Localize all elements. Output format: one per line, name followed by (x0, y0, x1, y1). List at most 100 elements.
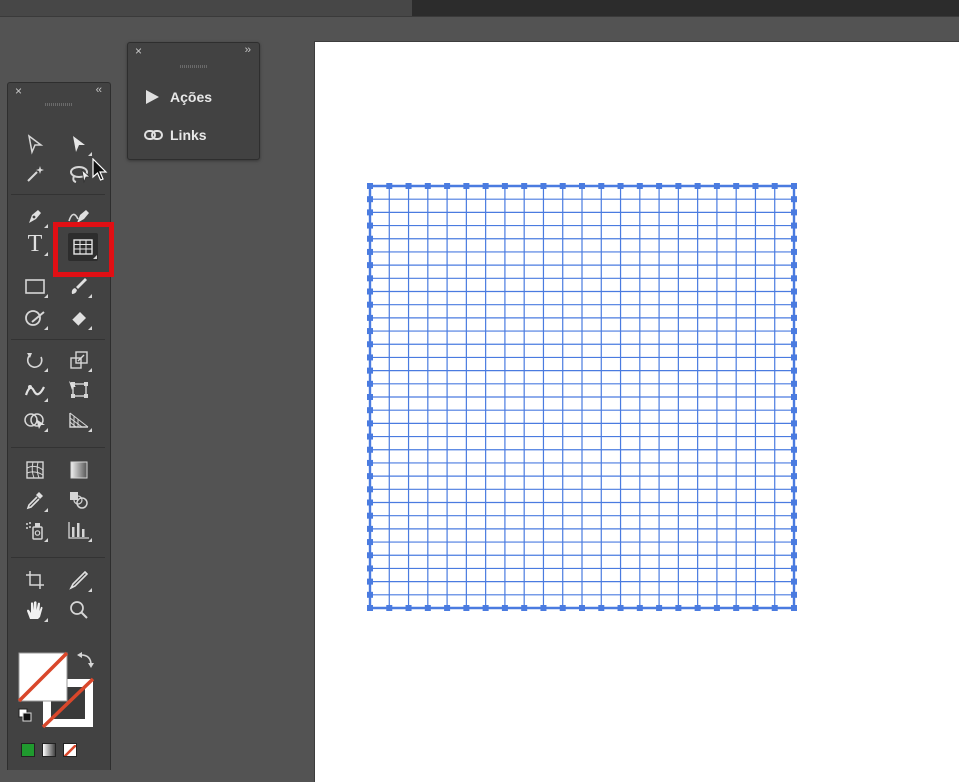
grid-anchor-point[interactable] (694, 605, 701, 611)
grid-anchor-point[interactable] (733, 605, 740, 611)
grid-anchor-point[interactable] (367, 446, 373, 453)
panel-collapse-button[interactable]: ›› (245, 43, 251, 57)
rectangle-tool[interactable] (22, 273, 48, 299)
grid-anchor-point[interactable] (791, 341, 797, 348)
grid-anchor-point[interactable] (367, 183, 373, 189)
direct-selection-tool[interactable] (66, 131, 92, 157)
grid-anchor-point[interactable] (367, 380, 373, 387)
grid-anchor-point[interactable] (656, 605, 663, 611)
grid-anchor-point[interactable] (771, 605, 778, 611)
grid-anchor-point[interactable] (791, 183, 797, 189)
grid-anchor-point[interactable] (791, 354, 797, 361)
pen-tool[interactable] (22, 203, 48, 229)
grid-anchor-point[interactable] (579, 183, 585, 189)
mesh-tool[interactable] (22, 457, 48, 483)
grid-anchor-point[interactable] (367, 248, 373, 255)
type-tool[interactable]: T (22, 231, 48, 257)
grid-anchor-point[interactable] (636, 183, 643, 189)
grid-anchor-point[interactable] (463, 605, 470, 611)
grid-anchor-point[interactable] (791, 380, 797, 387)
grid-anchor-point[interactable] (791, 605, 797, 611)
grid-anchor-point[interactable] (791, 446, 797, 453)
selection-tool[interactable] (22, 131, 48, 157)
grid-anchor-point[interactable] (791, 394, 797, 400)
grid-anchor-point[interactable] (367, 565, 373, 572)
grid-anchor-point[interactable] (579, 605, 585, 611)
grid-anchor-point[interactable] (367, 552, 373, 559)
grid-anchor-point[interactable] (367, 433, 373, 440)
grid-anchor-point[interactable] (367, 459, 373, 466)
grid-anchor-point[interactable] (463, 183, 470, 189)
grid-anchor-point[interactable] (713, 605, 720, 611)
grid-anchor-point[interactable] (367, 275, 373, 282)
grid-anchor-point[interactable] (791, 314, 797, 321)
grid-anchor-point[interactable] (791, 512, 797, 519)
grid-anchor-point[interactable] (367, 473, 373, 480)
hand-tool[interactable] (22, 597, 48, 623)
grid-anchor-point[interactable] (367, 578, 373, 585)
grid-anchor-point[interactable] (791, 459, 797, 466)
default-fill-stroke-icon[interactable] (18, 708, 32, 722)
slice-tool[interactable] (66, 567, 92, 593)
grid-anchor-point[interactable] (386, 183, 393, 189)
gradient-tool[interactable] (66, 457, 92, 483)
grid-anchor-point[interactable] (521, 183, 528, 189)
grid-anchor-point[interactable] (791, 578, 797, 585)
color-mode-button[interactable] (21, 743, 35, 757)
grid-anchor-point[interactable] (617, 605, 624, 611)
grid-anchor-point[interactable] (367, 341, 373, 348)
grid-anchor-point[interactable] (791, 565, 797, 572)
grid-anchor-point[interactable] (367, 499, 373, 506)
grid-anchor-point[interactable] (752, 605, 759, 611)
grid-anchor-point[interactable] (559, 605, 566, 611)
grid-anchor-point[interactable] (367, 314, 373, 321)
grid-anchor-point[interactable] (501, 183, 508, 189)
grid-anchor-point[interactable] (367, 420, 373, 427)
grid-anchor-point[interactable] (444, 183, 451, 189)
grid-anchor-point[interactable] (405, 605, 412, 611)
grid-anchor-point[interactable] (367, 209, 373, 216)
grid-anchor-point[interactable] (482, 183, 489, 189)
shaper-tool[interactable] (22, 305, 48, 331)
grid-anchor-point[interactable] (367, 486, 373, 493)
grid-anchor-point[interactable] (405, 183, 412, 189)
panel-drag-grip[interactable] (179, 65, 208, 68)
panel-item-links[interactable]: Links (144, 124, 207, 146)
grid-anchor-point[interactable] (791, 367, 797, 374)
blend-tool[interactable] (66, 487, 92, 513)
gradient-mode-button[interactable] (42, 743, 56, 757)
grid-anchor-point[interactable] (444, 605, 451, 611)
grid-anchor-point[interactable] (540, 183, 547, 189)
rotate-tool[interactable] (22, 347, 48, 373)
grid-anchor-point[interactable] (367, 605, 373, 611)
grid-anchor-point[interactable] (791, 328, 797, 335)
eyedropper-tool[interactable] (22, 487, 48, 513)
zoom-tool[interactable] (66, 597, 92, 623)
tools-panel-drag-grip[interactable] (45, 103, 73, 106)
grid-anchor-point[interactable] (694, 183, 701, 189)
grid-anchor-point[interactable] (791, 235, 797, 242)
grid-anchor-point[interactable] (367, 394, 373, 400)
grid-anchor-point[interactable] (559, 183, 566, 189)
grid-anchor-point[interactable] (791, 591, 797, 598)
grid-anchor-point[interactable] (636, 605, 643, 611)
grid-anchor-point[interactable] (367, 328, 373, 335)
lasso-tool[interactable] (66, 161, 92, 187)
grid-anchor-point[interactable] (367, 196, 373, 203)
free-transform-tool[interactable] (66, 377, 92, 403)
grid-anchor-point[interactable] (598, 605, 605, 611)
grid-anchor-point[interactable] (675, 605, 682, 611)
grid-anchor-point[interactable] (791, 222, 797, 229)
eraser-tool[interactable] (66, 305, 92, 331)
grid-anchor-point[interactable] (424, 605, 431, 611)
fill-swatch[interactable] (17, 651, 69, 703)
grid-anchor-point[interactable] (482, 605, 489, 611)
grid-anchor-point[interactable] (367, 288, 373, 295)
width-tool[interactable] (22, 377, 48, 403)
tools-panel-collapse-button[interactable]: ‹‹ (96, 83, 102, 97)
grid-anchor-point[interactable] (367, 301, 373, 308)
grid-anchor-point[interactable] (656, 183, 663, 189)
grid-anchor-point[interactable] (791, 473, 797, 480)
tools-panel-close-button[interactable]: × (15, 84, 22, 98)
grid-anchor-point[interactable] (367, 354, 373, 361)
